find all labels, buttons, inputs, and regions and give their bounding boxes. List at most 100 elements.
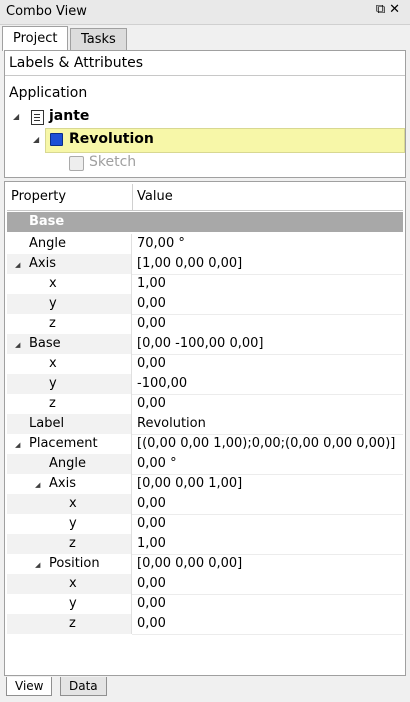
property-label: y bbox=[69, 596, 77, 611]
expand-arrow-icon[interactable]: ◢ bbox=[35, 555, 40, 575]
property-row[interactable]: x 1,00 bbox=[7, 274, 403, 295]
property-panel: Property Value Base Angle 70,00 ° ◢ Axis [1,… bbox=[4, 181, 406, 676]
value-column-header[interactable]: Value bbox=[137, 184, 173, 210]
window-title: Combo View bbox=[6, 4, 87, 19]
property-row[interactable]: y 0,00 bbox=[7, 594, 403, 615]
tree-item-document[interactable]: ◢ jante bbox=[5, 105, 405, 128]
property-row[interactable]: z 1,00 bbox=[7, 534, 403, 555]
property-row[interactable]: Label Revolution bbox=[7, 414, 403, 435]
application-label: Application bbox=[9, 85, 88, 101]
property-value[interactable]: 1,00 bbox=[132, 534, 403, 555]
property-label: x bbox=[49, 356, 57, 371]
property-row[interactable]: ◢ Axis [1,00 0,00 0,00] bbox=[7, 254, 403, 275]
property-row[interactable]: Angle 70,00 ° bbox=[7, 234, 403, 255]
expand-arrow-icon[interactable]: ◢ bbox=[15, 435, 20, 455]
property-row[interactable]: y 0,00 bbox=[7, 514, 403, 535]
property-value[interactable]: 0,00 bbox=[132, 614, 403, 635]
property-name-cell: z bbox=[7, 534, 132, 554]
property-value[interactable]: 0,00 bbox=[132, 574, 403, 595]
property-label: y bbox=[49, 376, 57, 391]
expand-arrow-icon[interactable]: ◢ bbox=[33, 128, 39, 151]
tab-project[interactable]: Project bbox=[2, 26, 69, 51]
property-name-cell: z bbox=[7, 614, 132, 634]
property-name-cell: x bbox=[7, 274, 132, 294]
property-label: Position bbox=[49, 556, 100, 571]
property-name-cell: y bbox=[7, 514, 132, 534]
tree-item-revolution[interactable]: ◢ Revolution bbox=[5, 128, 405, 153]
property-name-cell: ◢ Position bbox=[7, 554, 132, 574]
property-name-cell: Label bbox=[7, 414, 132, 434]
document-label: jante bbox=[49, 108, 90, 124]
expand-arrow-icon[interactable]: ◢ bbox=[15, 335, 20, 355]
combo-view-titlebar: Combo View ⧉✕ bbox=[0, 0, 410, 25]
property-value[interactable]: 1,00 bbox=[132, 274, 403, 295]
property-value[interactable]: 70,00 ° bbox=[132, 234, 403, 255]
tree-panel: Labels & Attributes Application ◢ jante … bbox=[4, 50, 406, 178]
property-label: z bbox=[69, 616, 76, 631]
property-value[interactable]: 0,00 bbox=[132, 394, 403, 415]
property-name-cell: ◢ Axis bbox=[7, 474, 132, 494]
property-row[interactable]: ◢ Position [0,00 0,00 0,00] bbox=[7, 554, 403, 575]
expand-arrow-icon[interactable]: ◢ bbox=[15, 255, 20, 275]
property-name-cell: x bbox=[7, 354, 132, 374]
property-row[interactable]: x 0,00 bbox=[7, 354, 403, 375]
property-name-cell: z bbox=[7, 394, 132, 414]
property-value[interactable]: 0,00 bbox=[132, 514, 403, 535]
property-row[interactable]: x 0,00 bbox=[7, 574, 403, 595]
document-icon bbox=[31, 110, 44, 125]
property-label: Base bbox=[29, 336, 61, 351]
sketch-label: Sketch bbox=[89, 154, 137, 170]
property-value[interactable]: 0,00 bbox=[132, 594, 403, 615]
property-row[interactable]: ◢ Base [0,00 -100,00 0,00] bbox=[7, 334, 403, 355]
revolution-body-icon bbox=[50, 133, 63, 146]
property-value[interactable]: [0,00 -100,00 0,00] bbox=[132, 334, 403, 355]
property-value[interactable]: Revolution bbox=[132, 414, 403, 435]
property-value[interactable]: 0,00 bbox=[132, 494, 403, 515]
property-name-cell: y bbox=[7, 374, 132, 394]
property-label: Axis bbox=[49, 476, 76, 491]
property-row[interactable]: ◢ Placement [(0,00 0,00 1,00);0,00;(0,00 0… bbox=[7, 434, 403, 455]
property-label: Angle bbox=[49, 456, 86, 471]
property-name-cell: ◢ Placement bbox=[7, 434, 132, 454]
property-row[interactable]: Angle 0,00 ° bbox=[7, 454, 403, 475]
property-label: z bbox=[49, 316, 56, 331]
tree-header: Labels & Attributes bbox=[5, 51, 405, 76]
property-header: Property Value bbox=[7, 184, 403, 211]
property-name-cell: x bbox=[7, 494, 132, 514]
property-column-header[interactable]: Property bbox=[11, 184, 66, 210]
property-row[interactable]: z 0,00 bbox=[7, 314, 403, 335]
property-row[interactable]: y -100,00 bbox=[7, 374, 403, 395]
property-row[interactable]: ◢ Axis [0,00 0,00 1,00] bbox=[7, 474, 403, 495]
property-label: y bbox=[69, 516, 77, 531]
property-value[interactable]: [0,00 0,00 0,00] bbox=[132, 554, 403, 575]
sketch-icon bbox=[69, 156, 84, 171]
property-label: Placement bbox=[29, 436, 98, 451]
expand-arrow-icon[interactable]: ◢ bbox=[13, 105, 19, 128]
property-value[interactable]: 0,00 bbox=[132, 314, 403, 335]
expand-arrow-icon[interactable]: ◢ bbox=[35, 475, 40, 495]
window-buttons[interactable]: ⧉✕ bbox=[376, 2, 404, 17]
revolution-label: Revolution bbox=[69, 131, 154, 147]
property-name-cell: ◢ Axis bbox=[7, 254, 132, 274]
property-row[interactable]: x 0,00 bbox=[7, 494, 403, 515]
property-value[interactable]: [0,00 0,00 1,00] bbox=[132, 474, 403, 495]
column-separator[interactable] bbox=[132, 184, 133, 210]
property-row[interactable]: z 0,00 bbox=[7, 614, 403, 635]
property-value[interactable]: 0,00 bbox=[132, 354, 403, 375]
tree-item-application[interactable]: Application bbox=[5, 82, 405, 105]
property-value[interactable]: [(0,00 0,00 1,00);0,00;(0,00 0,00 0,00)] bbox=[132, 434, 403, 455]
property-value[interactable]: 0,00 ° bbox=[132, 454, 403, 475]
property-row[interactable]: y 0,00 bbox=[7, 294, 403, 315]
property-row[interactable]: z 0,00 bbox=[7, 394, 403, 415]
tab-view[interactable]: View bbox=[6, 677, 53, 696]
property-value[interactable]: 0,00 bbox=[132, 294, 403, 315]
property-label: x bbox=[49, 276, 57, 291]
property-value[interactable]: [1,00 0,00 0,00] bbox=[132, 254, 403, 275]
tab-tasks[interactable]: Tasks bbox=[70, 28, 127, 50]
property-name-cell: ◢ Base bbox=[7, 334, 132, 354]
property-value[interactable]: -100,00 bbox=[132, 374, 403, 395]
property-label: x bbox=[69, 496, 77, 511]
tree-item-sketch[interactable]: Sketch bbox=[5, 151, 405, 174]
property-name-cell: x bbox=[7, 574, 132, 594]
tab-data[interactable]: Data bbox=[60, 677, 107, 696]
